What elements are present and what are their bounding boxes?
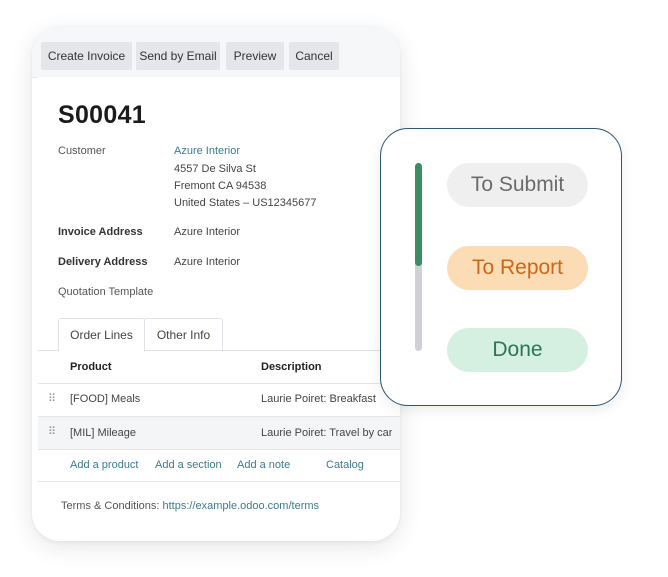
drag-handle-icon[interactable]: ⠿ — [48, 425, 56, 438]
description-cell[interactable]: Laurie Poiret: Travel by car — [261, 427, 392, 439]
cancel-button[interactable]: Cancel — [289, 42, 339, 70]
column-header-description: Description — [261, 361, 322, 373]
quotation-template-label: Quotation Template — [58, 286, 154, 298]
add-product-link[interactable]: Add a product — [70, 459, 139, 471]
row-divider — [38, 449, 400, 450]
action-toolbar: Create Invoice Send by Email Preview Can… — [32, 27, 400, 78]
order-number: S00041 — [58, 101, 146, 129]
invoice-address-field[interactable]: Azure Interior — [174, 226, 240, 238]
customer-address-line: United States – US12345677 — [174, 197, 317, 209]
tab-order-lines[interactable]: Order Lines — [58, 318, 145, 352]
drag-handle-icon[interactable]: ⠿ — [48, 392, 56, 405]
column-header-product: Product — [70, 361, 112, 373]
customer-label: Customer — [58, 145, 106, 157]
description-cell[interactable]: Laurie Poiret: Breakfast — [261, 393, 376, 405]
send-by-email-button[interactable]: Send by Email — [136, 42, 220, 70]
customer-address-line: 4557 De Silva St — [174, 163, 256, 175]
status-popover: To Submit To Report Done — [380, 128, 622, 406]
customer-address-line: Fremont CA 94538 — [174, 180, 267, 192]
row-divider — [38, 481, 400, 482]
status-to-submit-button[interactable]: To Submit — [447, 163, 588, 207]
status-to-report-button[interactable]: To Report — [447, 246, 588, 290]
product-cell[interactable]: [MIL] Mileage — [70, 427, 136, 439]
status-done-button[interactable]: Done — [447, 328, 588, 372]
add-section-link[interactable]: Add a section — [155, 459, 222, 471]
delivery-address-field[interactable]: Azure Interior — [174, 256, 240, 268]
customer-name-link[interactable]: Azure Interior — [174, 145, 240, 157]
terms-label: Terms & Conditions: — [61, 500, 160, 512]
status-progress-track — [415, 163, 422, 351]
terms-link[interactable]: https://example.odoo.com/terms — [163, 500, 320, 512]
preview-button[interactable]: Preview — [226, 42, 284, 70]
status-progress-fill — [415, 163, 422, 267]
catalog-link[interactable]: Catalog — [326, 459, 364, 471]
product-cell[interactable]: [FOOD] Meals — [70, 393, 140, 405]
invoice-address-label: Invoice Address — [58, 226, 143, 238]
create-invoice-button[interactable]: Create Invoice — [41, 42, 132, 70]
terms-and-conditions: Terms & Conditions: https://example.odoo… — [61, 500, 319, 512]
add-note-link[interactable]: Add a note — [237, 459, 290, 471]
delivery-address-label: Delivery Address — [58, 256, 148, 268]
tab-other-info[interactable]: Other Info — [144, 318, 223, 351]
